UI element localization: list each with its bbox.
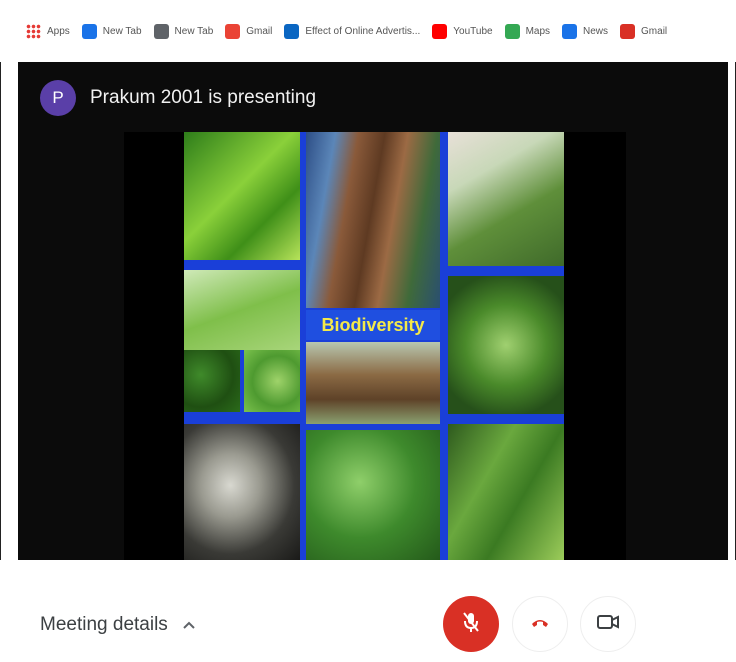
globe-icon — [153, 23, 169, 39]
presenter-status: Prakum 2001 is presenting — [90, 87, 317, 108]
bookmark-item[interactable]: Effect of Online Advertis... — [284, 23, 421, 39]
chevron-up-icon — [182, 617, 196, 633]
bookmark-label: Apps — [47, 25, 70, 37]
photo-green-cells — [244, 350, 300, 412]
bookmark-label: YouTube — [453, 25, 493, 37]
bookmark-item[interactable]: Gmail — [620, 23, 668, 39]
bookmark-label: Effect of Online Advertis... — [305, 25, 421, 37]
bookmark-item[interactable]: Maps — [504, 23, 551, 39]
meeting-details-button[interactable]: Meeting details — [40, 614, 196, 636]
presenter-avatar: P — [40, 80, 76, 116]
bookmark-item[interactable]: New Tab — [153, 23, 214, 39]
microphone-toggle-button[interactable] — [443, 596, 499, 652]
bookmark-item[interactable]: New Tab — [81, 23, 142, 39]
photo-redwood-trees — [306, 132, 440, 308]
bookmark-label: Maps — [525, 25, 551, 37]
bookmarks-bar: Apps New Tab New Tab Gmail Effect of Online … — [0, 0, 736, 62]
gmail-icon — [620, 23, 636, 39]
bookmark-label: News — [583, 25, 609, 37]
bookmark-item[interactable]: News — [562, 23, 609, 39]
photo-algae — [184, 270, 300, 350]
google-icon — [225, 23, 241, 39]
meeting-details-label: Meeting details — [40, 614, 168, 635]
maps-icon — [504, 23, 520, 39]
bookmark-label: New Tab — [174, 25, 214, 37]
video-camera-icon — [597, 614, 619, 635]
meeting-controls-bar: Meeting details — [0, 560, 736, 662]
photo-mushrooms — [184, 424, 300, 560]
phone-hangup-icon — [530, 615, 550, 633]
camera-toggle-button[interactable] — [580, 596, 636, 652]
news-icon — [562, 23, 578, 39]
bookmark-label: Gmail — [246, 25, 273, 37]
end-call-button[interactable] — [512, 596, 568, 652]
biodiversity-collage: Biodiversity — [184, 132, 564, 560]
bookmark-item[interactable]: Apps — [26, 23, 70, 39]
photo-giant-trunk — [306, 342, 440, 424]
photo-green-microbes — [184, 132, 300, 260]
mic-off-icon — [461, 610, 481, 639]
photo-bamboo-grass — [448, 424, 564, 560]
bookmark-label: Gmail — [641, 25, 668, 37]
youtube-icon — [432, 23, 448, 39]
linkedin-icon — [284, 23, 300, 39]
apps-grid-icon — [26, 23, 41, 39]
photo-palm-cycad — [448, 276, 564, 414]
bookmark-item[interactable]: Gmail — [225, 23, 273, 39]
shared-slide: Biodiversity — [124, 132, 626, 560]
bookmark-label: New Tab — [102, 25, 142, 37]
bookmark-item[interactable]: YouTube — [432, 23, 493, 39]
presenter-banner: P Prakum 2001 is presenting — [40, 80, 316, 116]
meeting-stage: P Prakum 2001 is presenting Biodiversity — [18, 62, 728, 560]
photo-algae-cells — [184, 350, 240, 412]
photo-flowering-plant — [448, 132, 564, 266]
photo-ivy-leaves — [306, 430, 440, 560]
gear-icon — [81, 23, 97, 39]
slide-title-biodiversity: Biodiversity — [306, 310, 440, 340]
